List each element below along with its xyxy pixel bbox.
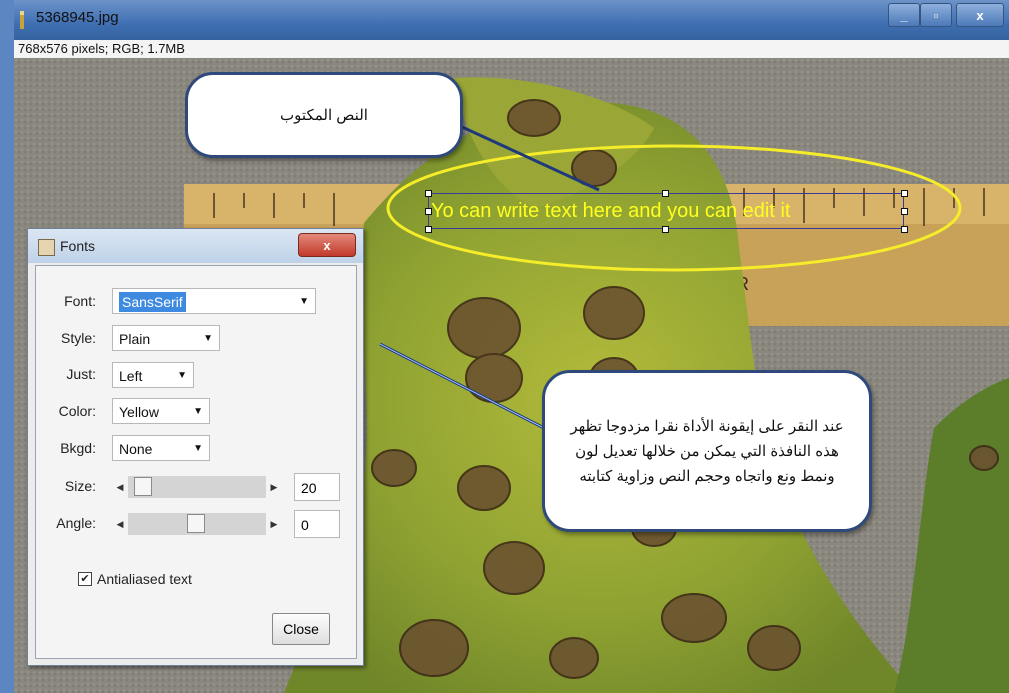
bkgd-select-value: None [119,441,153,457]
resize-handle[interactable] [901,208,908,215]
minimize-button[interactable]: _ [888,3,920,27]
just-select[interactable]: Left ▼ [112,362,194,388]
fonts-dialog: Fonts x Font: SansSerif ▼ Style: Plain ▼… [27,228,364,666]
angle-label: Angle: [56,515,96,531]
resize-handle[interactable] [662,226,669,233]
slider-right-arrow-icon[interactable]: ▶ [266,513,282,535]
chevron-down-icon: ▼ [193,443,203,454]
imagej-icon [20,11,24,29]
slider-left-arrow-icon[interactable]: ◀ [112,513,128,535]
callout-right-text: عند النقر على إيقونة الأداة نقرا مزدوجا … [570,417,844,485]
resize-handle[interactable] [901,190,908,197]
color-select[interactable]: Yellow ▼ [112,398,210,424]
just-label: Just: [66,366,96,382]
fonts-dialog-body: Font: SansSerif ▼ Style: Plain ▼ Just: L… [35,265,357,659]
chevron-down-icon: ▼ [203,333,213,344]
java-app-icon [38,239,55,256]
resize-handle[interactable] [425,190,432,197]
style-label: Style: [60,330,96,346]
fonts-dialog-titlebar[interactable]: Fonts x [28,229,363,263]
resize-handle[interactable] [662,190,669,197]
color-label: Color: [58,403,96,419]
resize-handle[interactable] [425,208,432,215]
editable-text-overlay[interactable]: Yo can write text here and you can edit … [428,193,904,229]
size-slider-thumb[interactable] [134,477,152,496]
font-select[interactable]: SansSerif ▼ [112,288,316,314]
window-left-edge [0,0,14,693]
close-window-button[interactable]: x [956,3,1004,27]
maximize-icon: ▫ [933,7,939,23]
maximize-button[interactable]: ▫ [920,3,952,27]
angle-field[interactable]: 0 [294,510,340,538]
window-title: 5368945.jpg [36,9,119,26]
style-select[interactable]: Plain ▼ [112,325,220,351]
slider-right-arrow-icon[interactable]: ▶ [266,476,282,498]
resize-handle[interactable] [901,226,908,233]
angle-slider-thumb[interactable] [187,514,205,533]
just-select-value: Left [119,368,143,384]
close-icon: x [323,237,331,253]
size-label: Size: [64,478,96,494]
minimize-icon: _ [900,7,908,23]
callout-dialog-explanation: عند النقر على إيقونة الأداة نقرا مزدوجا … [542,370,872,532]
font-label: Font: [64,293,96,309]
chevron-down-icon: ▼ [177,370,187,381]
chevron-down-icon: ▼ [193,406,203,417]
antialiased-checkbox[interactable]: ✔ Antialiased text [78,571,192,587]
fonts-dialog-title: Fonts [60,238,96,254]
close-button[interactable]: Close [272,613,330,645]
bkgd-select[interactable]: None ▼ [112,435,210,461]
resize-handle[interactable] [425,226,432,233]
callout-written-text: النص المكتوب [185,72,463,158]
size-field[interactable]: 20 [294,473,340,501]
image-info-bar: 768x576 pixels; RGB; 1.7MB [14,40,1009,58]
style-select-value: Plain [119,331,151,347]
bkgd-label: Bkgd: [60,440,96,456]
font-select-value: SansSerif [119,292,186,312]
slider-left-arrow-icon[interactable]: ◀ [112,476,128,498]
size-slider[interactable]: ◀ ▶ [112,476,282,498]
overlay-text-content: Yo can write text here and you can edit … [431,200,791,222]
chevron-down-icon: ▼ [299,296,309,307]
callout-top-text: النص المكتوب [280,107,368,124]
angle-slider[interactable]: ◀ ▶ [112,513,282,535]
checkmark-icon: ✔ [78,572,92,586]
close-icon: x [976,7,984,23]
fonts-dialog-close-x[interactable]: x [298,233,356,257]
antialiased-label: Antialiased text [97,571,192,587]
window-titlebar: 5368945.jpg _ ▫ x [0,0,1009,693]
color-select-value: Yellow [119,404,159,420]
